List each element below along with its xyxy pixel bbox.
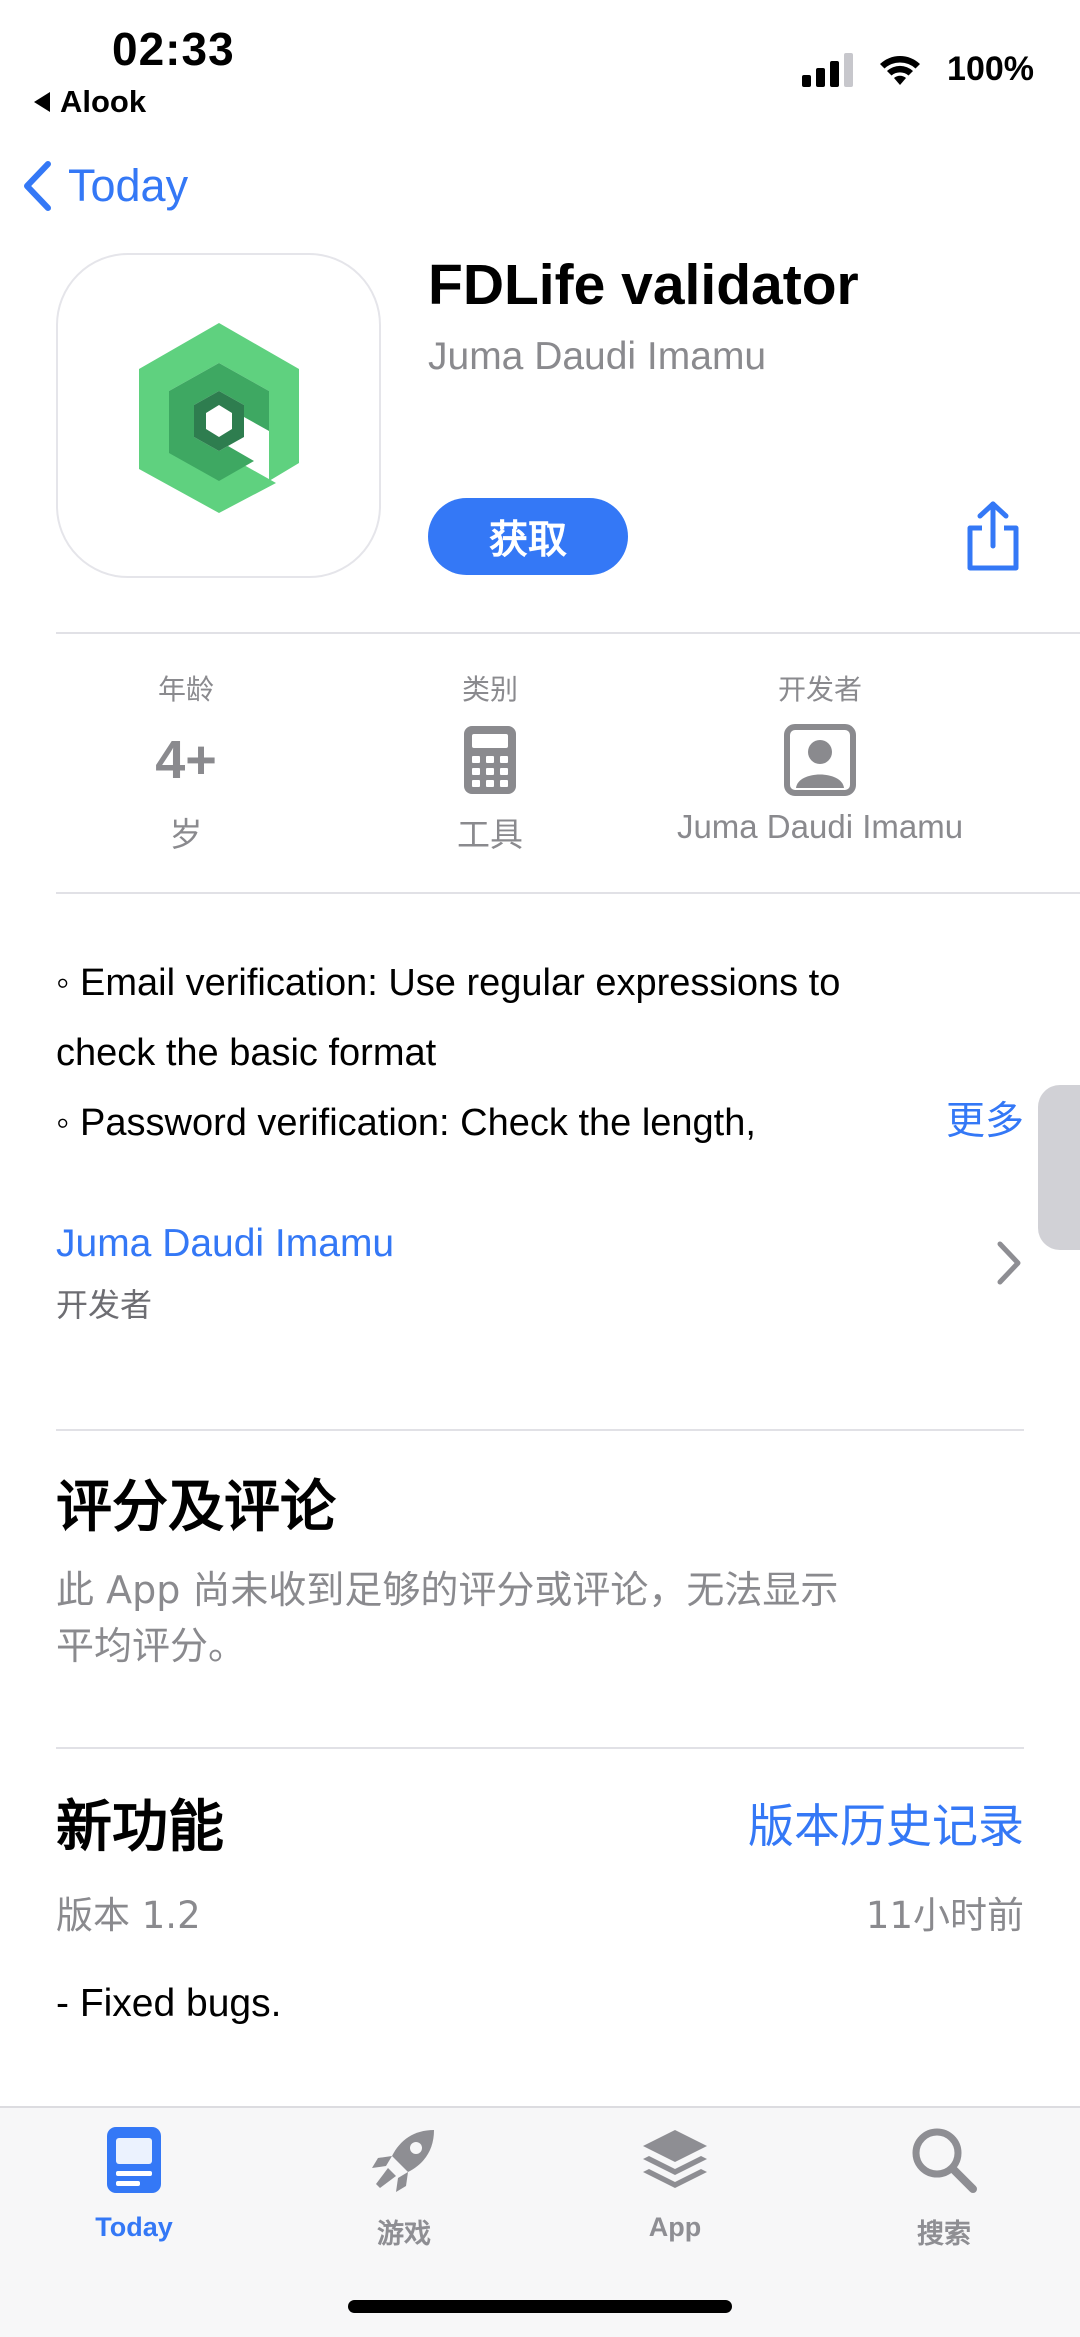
developer-label: 开发者 xyxy=(777,673,862,706)
cellular-signal-icon xyxy=(802,52,854,87)
info-divider xyxy=(56,892,1080,894)
release-notes: - Fixed bugs. xyxy=(56,1982,282,2025)
description-line: check the basic format xyxy=(56,1032,437,1074)
calculator-icon xyxy=(464,726,516,794)
return-app-label: Alook xyxy=(60,84,147,119)
tab-apps[interactable]: App xyxy=(600,2120,750,2243)
app-logo-icon xyxy=(56,253,381,578)
ratings-divider xyxy=(56,1747,1024,1749)
version-history-link[interactable]: 版本历史记录 xyxy=(748,1790,1024,1856)
ratings-message-line: 平均评分。 xyxy=(56,1624,247,1668)
more-button[interactable]: 更多 xyxy=(946,1090,1024,1146)
back-triangle-icon xyxy=(34,92,50,112)
person-icon xyxy=(784,724,856,796)
ratings-message-line: 此 App 尚未收到足够的评分或评论，无法显示 xyxy=(56,1568,839,1612)
age-value: 4+ xyxy=(155,730,217,790)
age-unit: 岁 xyxy=(169,815,203,854)
scroll-handle[interactable] xyxy=(1038,1085,1080,1250)
share-icon xyxy=(967,501,1019,571)
category-info[interactable]: 类别 工具 xyxy=(390,668,590,856)
developer-value: Juma Daudi Imamu xyxy=(676,808,964,845)
developer-row-subtitle: 开发者 xyxy=(56,1286,153,1324)
tab-games[interactable]: 游戏 xyxy=(329,2120,479,2251)
app-developer-name[interactable]: Juma Daudi Imamu xyxy=(428,335,766,379)
home-indicator[interactable] xyxy=(348,2300,732,2313)
status-indicators: 100% xyxy=(802,50,1034,89)
update-time: 11小时前 xyxy=(865,1894,1024,1937)
tab-label: App xyxy=(648,2212,702,2242)
category-label: 类别 xyxy=(461,673,518,706)
header-divider xyxy=(56,632,1080,634)
chevron-right-icon[interactable] xyxy=(994,1240,1024,1286)
status-time: 02:33 xyxy=(112,23,235,75)
get-button[interactable]: 获取 xyxy=(428,498,628,575)
developer-link[interactable]: Juma Daudi Imamu xyxy=(56,1222,394,1266)
app-title: FDLife validator xyxy=(428,253,859,317)
return-to-app-link[interactable]: Alook xyxy=(34,84,146,120)
search-icon xyxy=(912,2128,977,2193)
ratings-title: 评分及评论 xyxy=(56,1475,336,1540)
today-icon xyxy=(107,2127,161,2193)
wifi-icon xyxy=(880,55,921,85)
share-button[interactable] xyxy=(962,500,1024,572)
tab-label: 搜索 xyxy=(917,2219,971,2250)
description-line: ◦ Password verification: Check the lengt… xyxy=(56,1102,756,1144)
category-value: 工具 xyxy=(457,815,523,854)
chevron-left-icon xyxy=(24,161,51,211)
description-line: ◦ Email verification: Use regular expres… xyxy=(56,962,841,1004)
version-label: 版本 1.2 xyxy=(56,1894,201,1937)
app-description: ◦ Email verification: Use regular expres… xyxy=(56,948,956,1158)
developer-info[interactable]: 开发者 Juma Daudi Imamu xyxy=(650,668,990,846)
stack-icon xyxy=(643,2130,707,2188)
back-to-today-button[interactable]: Today xyxy=(22,160,188,212)
back-label: Today xyxy=(68,160,189,211)
battery-percentage: 100% xyxy=(947,50,1034,88)
tab-label: 游戏 xyxy=(377,2219,431,2250)
tab-label: Today xyxy=(95,2212,173,2242)
whats-new-title: 新功能 xyxy=(56,1795,224,1860)
age-label: 年龄 xyxy=(157,673,214,706)
developer-divider xyxy=(56,1429,1024,1431)
age-rating-info[interactable]: 年龄 4+ 岁 xyxy=(86,668,286,856)
ratings-message: 此 App 尚未收到足够的评分或评论，无法显示 平均评分。 xyxy=(56,1562,936,1674)
rocket-icon xyxy=(372,2130,434,2192)
tab-search[interactable]: 搜索 xyxy=(869,2120,1019,2251)
tab-today[interactable]: Today xyxy=(59,2120,209,2243)
